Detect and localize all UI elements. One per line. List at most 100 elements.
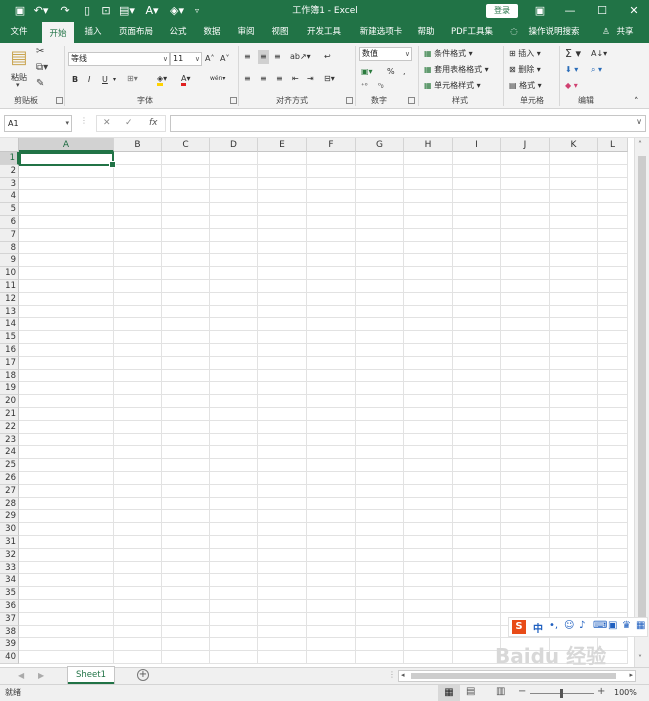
new-file-icon[interactable]: ▯ bbox=[80, 3, 94, 19]
increase-decimal-icon[interactable]: ⁺⁰ bbox=[361, 79, 368, 93]
insert-cells-button[interactable]: ⊞ 插入 ▾ bbox=[509, 47, 541, 61]
tab-data[interactable]: 数据 bbox=[200, 22, 224, 43]
column-header-b[interactable]: B bbox=[114, 138, 162, 152]
row-header-30[interactable]: 30 bbox=[0, 523, 19, 536]
page-break-view-icon[interactable]: ▥ bbox=[496, 686, 505, 697]
row-header-11[interactable]: 11 bbox=[0, 280, 19, 293]
zoom-in-icon[interactable]: + bbox=[597, 686, 605, 697]
merge-center-icon[interactable]: ⊟▾ bbox=[324, 72, 335, 86]
column-header-k[interactable]: K bbox=[550, 138, 598, 152]
next-sheet-icon[interactable]: ▶ bbox=[38, 671, 44, 680]
row-header-27[interactable]: 27 bbox=[0, 484, 19, 498]
row-header-15[interactable]: 15 bbox=[0, 331, 19, 344]
maximize-button[interactable]: ☐ bbox=[587, 0, 617, 22]
column-header-i[interactable]: I bbox=[453, 138, 501, 152]
zoom-slider-thumb[interactable] bbox=[560, 689, 563, 698]
row-header-12[interactable]: 12 bbox=[0, 292, 19, 306]
font-launcher-icon[interactable] bbox=[230, 97, 237, 104]
format-as-table-button[interactable]: ▦ 套用表格格式 ▾ bbox=[424, 63, 489, 77]
paste-dropdown-icon[interactable]: ▾ bbox=[16, 81, 20, 89]
insert-function-icon[interactable]: fx bbox=[149, 116, 158, 131]
column-header-g[interactable]: G bbox=[356, 138, 404, 152]
tab-view[interactable]: 视图 bbox=[268, 22, 292, 43]
tab-new-tab[interactable]: 新建选项卡 bbox=[354, 22, 408, 43]
row-header-13[interactable]: 13 bbox=[0, 305, 19, 319]
row-header-5[interactable]: 5 bbox=[0, 203, 19, 216]
formula-input[interactable]: ∨ bbox=[170, 115, 646, 132]
bold-button[interactable]: B bbox=[72, 73, 78, 87]
redo-icon[interactable]: ↷ bbox=[58, 3, 72, 19]
column-header-d[interactable]: D bbox=[210, 138, 258, 152]
normal-view-icon[interactable]: ▦ bbox=[438, 685, 460, 701]
font-name-select[interactable]: 等线 ∨ bbox=[68, 52, 170, 66]
align-top-icon[interactable]: ≡ bbox=[244, 50, 251, 64]
scroll-right-icon[interactable]: ▸ bbox=[629, 671, 633, 679]
column-header-j[interactable]: J bbox=[501, 138, 550, 152]
spreadsheet-grid[interactable]: A B C D E F G H I J K L 1 2 3 4 5 6 7 8 9 10 11 12 13 14 15 16 17 18 1… bbox=[0, 138, 634, 667]
column-header-f[interactable]: F bbox=[307, 138, 356, 152]
format-cells-button[interactable]: ▤ 格式 ▾ bbox=[509, 79, 542, 93]
tab-pdf-tools[interactable]: PDF工具集 bbox=[448, 22, 496, 43]
prev-sheet-icon[interactable]: ◀ bbox=[18, 671, 24, 680]
row-header-38[interactable]: 38 bbox=[0, 625, 19, 639]
sort-filter-icon[interactable]: A↓▾ bbox=[591, 47, 607, 61]
row-header-26[interactable]: 26 bbox=[0, 472, 19, 485]
cut-icon[interactable]: ✂ bbox=[36, 46, 44, 57]
punctuation-icon[interactable]: •, bbox=[549, 620, 558, 631]
skin-icon[interactable]: ♛ bbox=[622, 620, 631, 631]
vertical-scroll-thumb[interactable] bbox=[638, 156, 646, 636]
column-header-l[interactable]: L bbox=[598, 138, 628, 152]
percent-button[interactable]: % bbox=[387, 65, 395, 79]
column-header-a[interactable]: A bbox=[19, 138, 114, 152]
row-header-6[interactable]: 6 bbox=[0, 216, 19, 229]
paste-icon[interactable]: ▤▾ bbox=[117, 3, 137, 19]
row-header-20[interactable]: 20 bbox=[0, 395, 19, 408]
wrap-text-icon[interactable]: ↩ bbox=[324, 50, 331, 64]
row-header-21[interactable]: 21 bbox=[0, 408, 19, 421]
clear-icon[interactable]: ◆ ▾ bbox=[565, 79, 578, 93]
collapse-ribbon-icon[interactable]: ˄ bbox=[634, 95, 639, 109]
decrease-font-icon[interactable]: A˅ bbox=[220, 52, 229, 66]
ribbon-display-icon[interactable]: ▣ bbox=[525, 0, 555, 22]
row-header-39[interactable]: 39 bbox=[0, 638, 19, 652]
toolbox-icon[interactable]: ▣ bbox=[608, 620, 617, 631]
row-header-32[interactable]: 32 bbox=[0, 548, 19, 562]
tab-review[interactable]: 审阅 bbox=[234, 22, 258, 43]
row-header-34[interactable]: 34 bbox=[0, 574, 19, 588]
font-color-icon[interactable]: A▾ bbox=[181, 72, 191, 86]
scroll-left-icon[interactable]: ◂ bbox=[401, 671, 405, 679]
row-header-40[interactable]: 40 bbox=[0, 651, 19, 664]
select-all-corner[interactable] bbox=[0, 138, 19, 152]
customize-toolbar-icon[interactable]: ▿ bbox=[191, 3, 203, 19]
expand-formula-icon[interactable]: ∨ bbox=[636, 117, 642, 126]
paste-icon[interactable]: ▤ bbox=[8, 47, 30, 69]
row-header-17[interactable]: 17 bbox=[0, 356, 19, 370]
row-header-10[interactable]: 10 bbox=[0, 267, 19, 280]
tab-page-layout[interactable]: 页面布局 bbox=[114, 22, 158, 43]
row-header-3[interactable]: 3 bbox=[0, 177, 19, 191]
find-select-icon[interactable]: ⌕ ▾ bbox=[591, 63, 602, 77]
voice-icon[interactable]: ♪ bbox=[579, 620, 585, 631]
row-header-18[interactable]: 18 bbox=[0, 369, 19, 383]
row-header-4[interactable]: 4 bbox=[0, 190, 19, 204]
row-header-37[interactable]: 37 bbox=[0, 612, 19, 626]
selected-cell-a1[interactable] bbox=[19, 152, 116, 168]
conditional-formatting-button[interactable]: ▦ 条件格式 ▾ bbox=[424, 47, 473, 61]
tab-help[interactable]: 帮助 bbox=[414, 22, 438, 43]
comma-button[interactable]: , bbox=[403, 65, 406, 79]
increase-font-icon[interactable]: A˄ bbox=[205, 52, 214, 66]
borders-icon[interactable]: ⊞▾ bbox=[127, 72, 138, 86]
tab-formulas[interactable]: 公式 bbox=[166, 22, 190, 43]
tab-home[interactable]: 开始 bbox=[42, 22, 74, 43]
column-header-h[interactable]: H bbox=[404, 138, 453, 152]
keyboard-icon[interactable]: ⌨ bbox=[593, 620, 607, 631]
row-header-25[interactable]: 25 bbox=[0, 459, 19, 472]
share-button[interactable]: 共享 bbox=[614, 22, 636, 43]
row-header-8[interactable]: 8 bbox=[0, 241, 19, 255]
copy-icon[interactable]: ⧉▾ bbox=[36, 62, 48, 73]
horizontal-scrollbar[interactable]: ◂ ▸ bbox=[398, 670, 636, 682]
number-launcher-icon[interactable] bbox=[408, 97, 415, 104]
format-painter-icon[interactable]: ✎ bbox=[36, 78, 44, 89]
save-icon[interactable]: ▣ bbox=[12, 3, 28, 19]
row-header-22[interactable]: 22 bbox=[0, 420, 19, 434]
